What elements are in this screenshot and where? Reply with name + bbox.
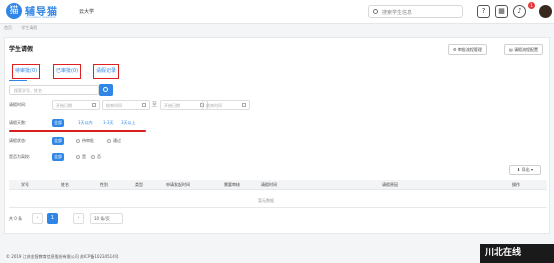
total-count: 共 0 条 [9,216,23,221]
breadcrumb-home[interactable]: 首页 [4,25,12,30]
end-time-input-2[interactable]: 结束时间 [202,100,250,110]
calendar-icon [242,103,246,107]
search-icon [373,9,378,14]
time-filter-label: 请假时间: [9,102,27,107]
brand-subtitle: Counselor Assistant [26,15,56,19]
page-title: 学生请假 [9,46,34,53]
help-icon[interactable]: ? [477,5,490,18]
brand-logo-icon: 猫 [6,3,22,19]
radio-icon [76,138,80,143]
breadcrumb: 首页 学生请假 [4,25,45,31]
col-student-id: 学号 [21,182,29,187]
status-option-all[interactable]: 全部 [52,137,64,145]
start-date-input[interactable]: 开始日期 [52,100,100,110]
bell-icon[interactable]: ♪ [513,5,526,18]
page-button-current[interactable]: 1 [47,213,58,224]
breadcrumb-current: 学生请假 [21,25,38,30]
col-leave-time: 请假时间 [261,182,277,187]
notification-badge: 1 [528,2,535,9]
school-selector[interactable]: 云大学 [79,8,94,15]
radio-icon [91,154,95,159]
table-divider [9,207,547,208]
calendar-icon [92,103,96,107]
search-icon [103,87,108,92]
tab-records[interactable]: 请假记录 [93,64,120,79]
days-option-2[interactable]: 1-3天 [101,119,116,127]
status-filter-label: 请假状态: [9,138,27,143]
end-time-input[interactable]: 结束时间 [102,100,150,110]
empty-state: 暂无数据 [258,198,274,203]
prev-page-button[interactable]: ‹ [32,213,43,224]
school-option-no[interactable]: 否 [89,153,103,161]
col-type: 类型 [135,182,143,187]
radio-icon [76,154,80,159]
next-page-button[interactable]: › [73,213,84,224]
status-option-pending[interactable]: 待审批 [74,137,96,145]
days-option-all[interactable]: 全部 [52,119,64,127]
calendar-icon [142,103,146,107]
export-button[interactable]: ⬇ 导出 ▾ [509,165,541,175]
status-option-pass[interactable]: 通过 [105,137,123,145]
search-placeholder: 搜索学生信息 [382,10,413,16]
col-name: 姓名 [61,182,69,187]
avatar[interactable] [539,5,552,18]
main-card: 学生请假 ⚙ 审批流程管理 ▤ 请假流程配置 待审批(0) 已审批(0) 请假记… [4,37,550,234]
approval-flow-button[interactable]: ⚙ 审批流程管理 [448,44,487,55]
page-size-select[interactable]: 10 条/页 [90,213,123,224]
footer-copyright: © 2019 江苏金智教育信息股份有限公司 苏ICP备10234514号 [6,254,119,259]
days-option-1[interactable]: 1天以内 [76,119,95,127]
active-tab-indicator [9,80,27,81]
table-header: 学号 姓名 性别 类型 申请发起时间 需要审核 请假时间 请假原因 操作 [9,180,547,190]
date-separator: 至 [152,102,158,108]
school-filter-label: 是否为离校: [9,154,31,159]
col-need-review: 需要审核 [224,182,240,187]
annotation-underline [9,130,146,132]
top-bar: 猫 辅导猫 Counselor Assistant 云大学 搜索学生信息 ? ▦… [0,0,554,24]
keyword-search-input[interactable]: 搜索学号、姓名 [9,85,99,95]
start-date-input-2[interactable]: 开始日期 [160,100,208,110]
tab-pending[interactable]: 待审批(0) [12,64,41,79]
col-leave-reason: 请假原因 [382,182,398,187]
days-filter-label: 请假天数: [9,120,27,125]
col-actions: 操作 [512,182,520,187]
search-input[interactable]: 搜索学生信息 [368,5,463,18]
radio-icon [107,138,111,143]
days-option-3[interactable]: 3天以上 [119,119,138,127]
leave-config-button[interactable]: ▤ 请假流程配置 [504,44,544,55]
tab-approved[interactable]: 已审批(0) [53,64,82,79]
school-option-yes[interactable]: 是 [74,153,88,161]
col-gender: 性别 [100,182,108,187]
grid-icon[interactable]: ▦ [495,5,508,18]
school-option-all[interactable]: 全部 [52,153,64,161]
watermark-logo: 川北在线 [480,244,554,263]
keyword-search-button[interactable] [99,84,113,96]
col-apply-time: 申请发起时间 [166,182,190,187]
